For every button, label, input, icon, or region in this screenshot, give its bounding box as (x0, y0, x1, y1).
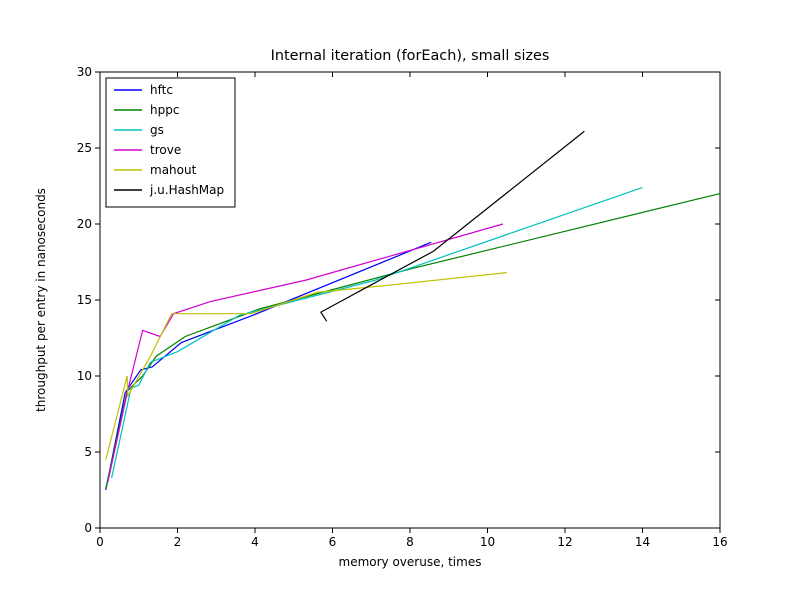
x-tick-label: 0 (96, 535, 104, 549)
x-tick-label: 8 (406, 535, 414, 549)
y-axis-label: throughput per entry in nanoseconds (34, 188, 48, 412)
series-mahout (106, 273, 507, 460)
iteration-chart: 0 2 4 6 8 10 12 14 16 0 5 10 15 20 25 30 Internal iter… (0, 0, 800, 600)
x-tick-label: 14 (635, 535, 650, 549)
y-tick-label: 5 (84, 445, 92, 459)
legend-label: j.u.HashMap (149, 183, 224, 197)
legend: hftc hppc gs trove mahout j.u.HashMap (106, 78, 235, 207)
legend-label: trove (150, 143, 181, 157)
x-tick-label: 6 (329, 535, 337, 549)
legend-label: mahout (150, 163, 197, 177)
y-tick-label: 15 (77, 293, 92, 307)
y-tick-label: 25 (77, 141, 92, 155)
legend-label: hppc (150, 103, 179, 117)
x-tick-label: 10 (480, 535, 495, 549)
y-tick-label: 20 (77, 217, 92, 231)
x-tick-label: 2 (174, 535, 182, 549)
series-trove (108, 224, 503, 482)
x-axis-label: memory overuse, times (339, 555, 482, 569)
x-tick-label: 16 (712, 535, 727, 549)
chart-title: Internal iteration (forEach), small size… (271, 48, 550, 64)
series-gs (112, 188, 643, 478)
y-tick-label: 0 (84, 521, 92, 535)
y-tick-label: 10 (77, 369, 92, 383)
y-tick-label: 30 (77, 65, 92, 79)
series-hppc (106, 194, 720, 489)
legend-label: gs (150, 123, 164, 137)
x-tick-label: 4 (251, 535, 259, 549)
x-tick-label: 12 (557, 535, 572, 549)
series-j-u-HashMap (321, 131, 585, 321)
legend-label: hftc (150, 83, 173, 97)
